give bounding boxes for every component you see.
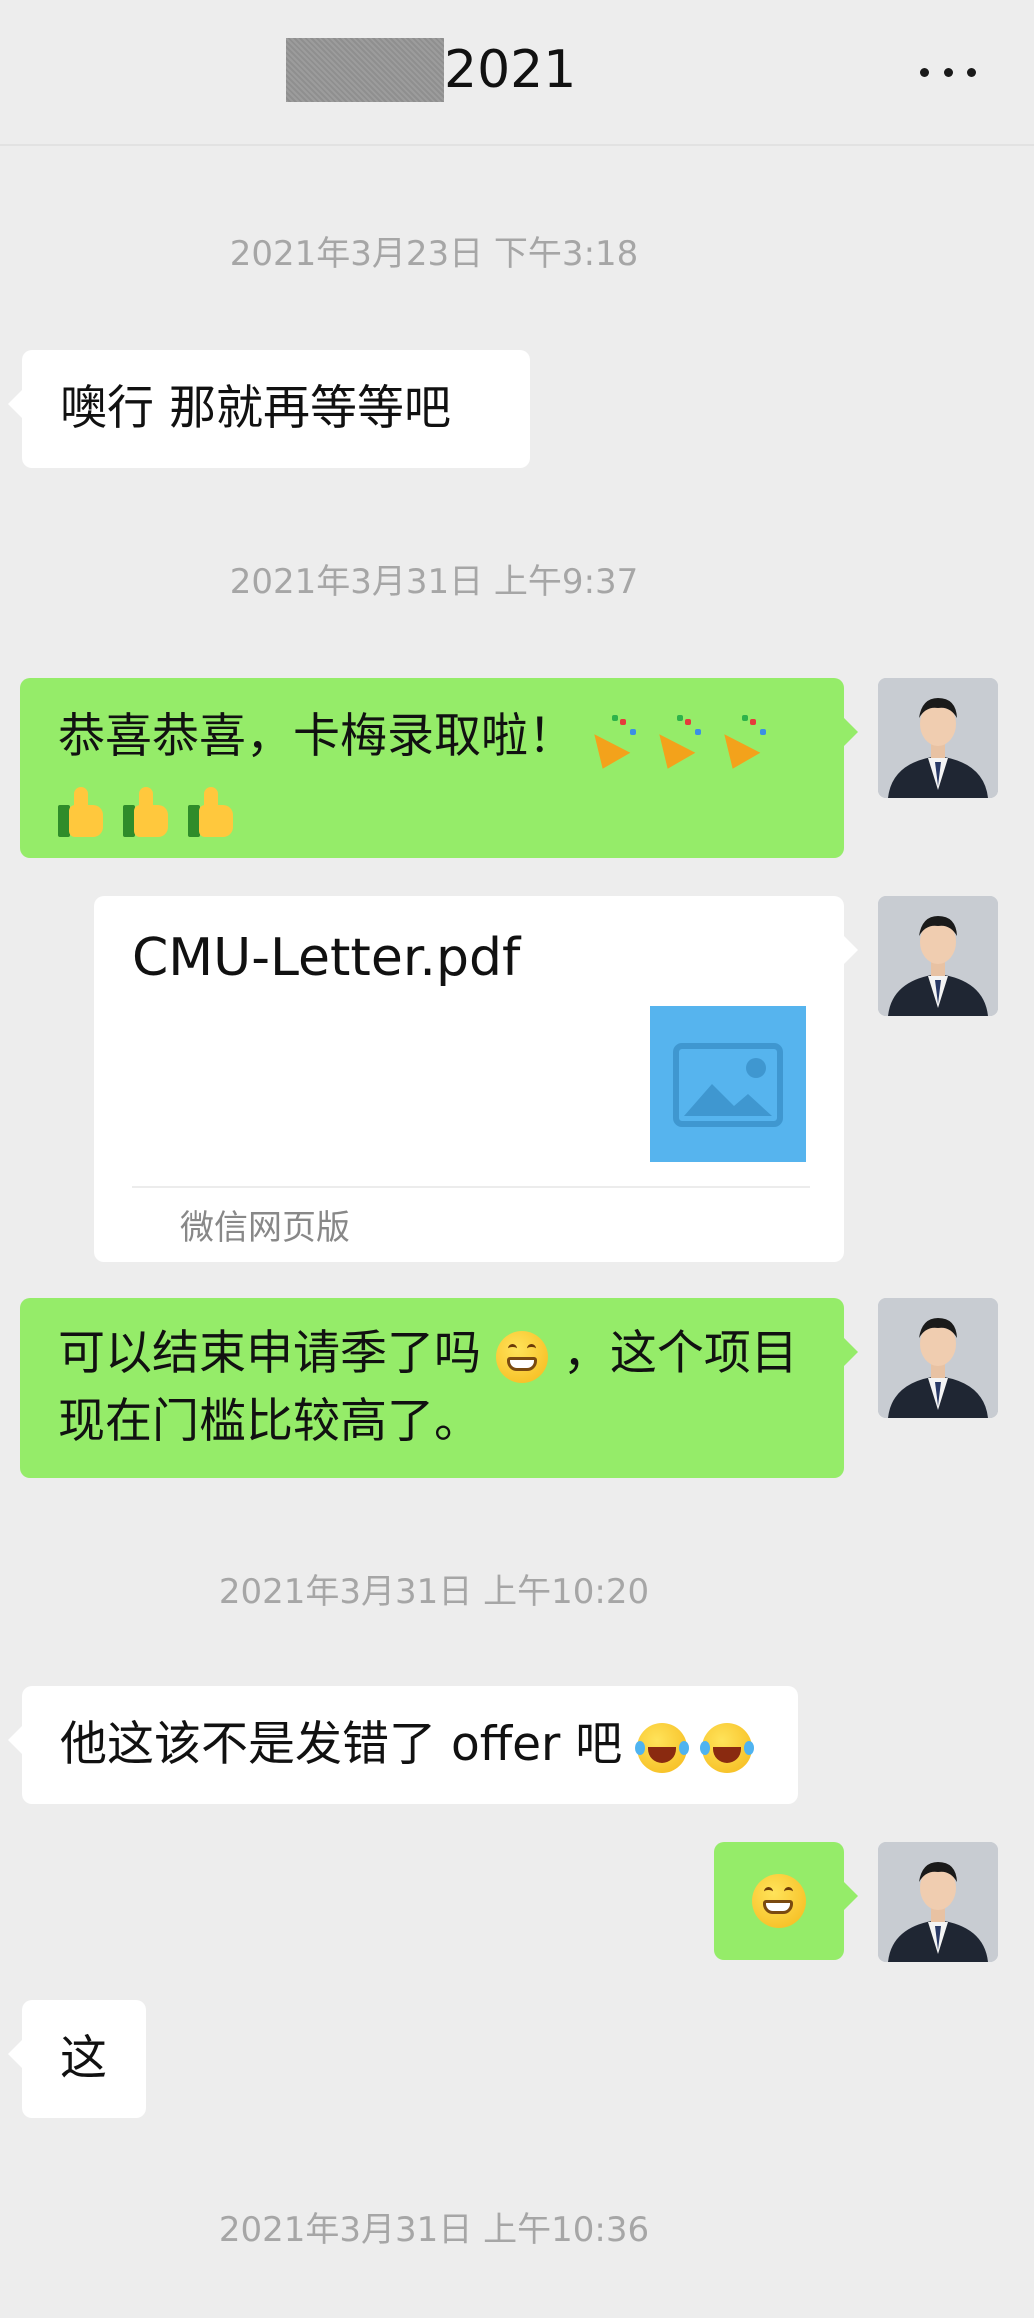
- redacted-name: [286, 38, 444, 102]
- grinning-face-icon: [752, 1874, 806, 1928]
- timestamp: 2021年3月31日 上午10:36: [218, 2210, 650, 2250]
- timestamp: 2021年3月31日 上午10:20: [218, 1572, 650, 1612]
- message-bubble-outgoing[interactable]: [714, 1842, 858, 1960]
- timestamp: 2021年3月31日 上午9:37: [229, 562, 639, 602]
- message-text: 噢行 那就再等等吧: [60, 381, 451, 436]
- message-text: 可以结束申请季了吗: [58, 1326, 481, 1381]
- message-text: 现在门槛比较高了。: [58, 1394, 481, 1449]
- party-popper-icon: [585, 714, 640, 769]
- thumbs-up-icon: [58, 786, 108, 839]
- message-text: 恭喜恭喜，卡梅录取啦！: [58, 709, 575, 764]
- file-name: CMU-Letter.pdf: [132, 928, 521, 988]
- file-source: 微信网页版: [180, 1208, 350, 1248]
- card-divider: [132, 1186, 810, 1188]
- avatar[interactable]: [878, 678, 998, 798]
- message-bubble-outgoing[interactable]: 恭喜恭喜，卡梅录取啦！: [20, 678, 858, 858]
- file-card[interactable]: CMU-Letter.pdf 微信网页版: [94, 896, 858, 1262]
- thumbs-up-icon: [187, 786, 238, 839]
- timestamp: 2021年3月23日 下午3:18: [229, 234, 639, 274]
- more-dots-icon[interactable]: [920, 58, 976, 86]
- avatar[interactable]: [878, 896, 998, 1016]
- avatar[interactable]: [878, 1842, 998, 1962]
- thumbs-up-icon: [122, 786, 173, 839]
- tears-of-joy-icon: [635, 1722, 690, 1773]
- chat-title: 2021: [444, 40, 577, 100]
- message-text: ，这个项目: [562, 1326, 798, 1381]
- tears-of-joy-icon: [700, 1722, 755, 1773]
- party-popper-icon: [650, 714, 705, 769]
- grinning-face-icon: [495, 1330, 548, 1383]
- party-popper-icon: [715, 714, 770, 769]
- message-bubble-incoming[interactable]: 噢行 那就再等等吧: [8, 350, 530, 468]
- message-bubble-incoming[interactable]: 这: [8, 2000, 146, 2118]
- image-placeholder-icon[interactable]: [650, 1006, 806, 1162]
- message-text: 他这该不是发错了 offer 吧: [60, 1717, 623, 1772]
- avatar[interactable]: [878, 1298, 998, 1418]
- message-bubble-outgoing[interactable]: 可以结束申请季了吗 ，这个项目 现在门槛比较高了。: [20, 1298, 858, 1478]
- message-bubble-incoming[interactable]: 他这该不是发错了 offer 吧: [8, 1686, 798, 1804]
- message-text: 这: [60, 2031, 107, 2086]
- chat-header: 2021: [0, 0, 1034, 146]
